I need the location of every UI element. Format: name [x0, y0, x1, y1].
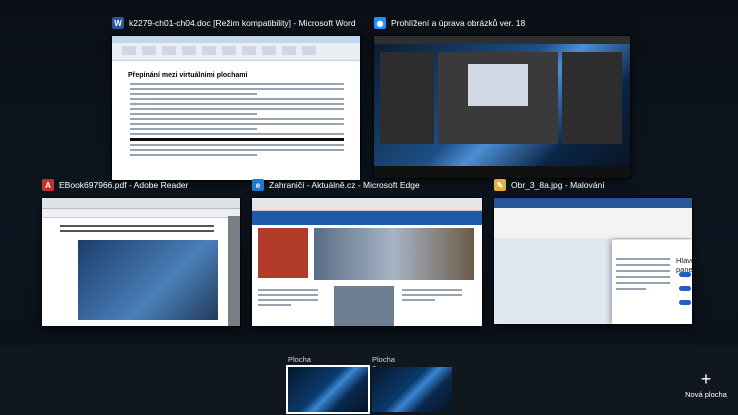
photo-viewer-icon: ◉ — [374, 17, 386, 29]
adobe-reader-icon: A — [42, 179, 54, 191]
window-title: Prohlížení a úprava obrázků ver. 18 — [391, 18, 526, 28]
window-title: Obr_3_8a.jpg - Malování — [511, 180, 605, 190]
window-card-photo-viewer[interactable]: ◉ Prohlížení a úprava obrázků ver. 18 — [374, 14, 630, 184]
window-title-bar: W k2279-ch01-ch04.doc [Režim kompatibili… — [112, 14, 356, 32]
window-title-bar: ◉ Prohlížení a úprava obrázků ver. 18 — [374, 14, 525, 32]
window-thumbnail[interactable]: Hlavní panel — [494, 198, 692, 324]
window-title: Zahraničí - Aktuálně.cz - Microsoft Edge — [269, 180, 420, 190]
ribbon — [494, 208, 692, 239]
window-card-paint[interactable]: ✎ Obr_3_8a.jpg - Malování Hlavní panel — [494, 176, 692, 326]
screenshot-figure — [78, 240, 218, 320]
window-title: EBook697966.pdf - Adobe Reader — [59, 180, 189, 190]
advertisement — [258, 228, 308, 278]
window-title-bar: ✎ Obr_3_8a.jpg - Malování — [494, 176, 605, 194]
settings-panel: Hlavní panel — [612, 240, 692, 324]
plus-icon: + — [700, 369, 712, 389]
window-thumbnail[interactable]: Přepínání mezi virtuálními plochami — [112, 36, 360, 180]
new-desktop-button[interactable]: + Nová plocha — [678, 370, 734, 399]
canvas — [494, 238, 614, 324]
desktop-thumbnail[interactable] — [286, 365, 370, 414]
word-icon: W — [112, 17, 124, 29]
window-card-word[interactable]: W k2279-ch01-ch04.doc [Režim kompatibili… — [112, 14, 360, 184]
window-title-bar: A EBook697966.pdf - Adobe Reader — [42, 176, 189, 194]
desktop-thumbnail[interactable] — [372, 367, 452, 412]
side-panel — [228, 216, 240, 326]
window-thumbnail[interactable] — [374, 36, 630, 178]
paint-icon: ✎ — [494, 179, 506, 191]
window-title-bar: e Zahraničí - Aktuálně.cz - Microsoft Ed… — [252, 176, 420, 194]
edge-icon: e — [252, 179, 264, 191]
new-desktop-label: Nová plocha — [685, 390, 727, 399]
virtual-desktop-strip — [0, 345, 738, 415]
window-thumbnail[interactable] — [42, 198, 240, 326]
window-card-adobe-reader[interactable]: A EBook697966.pdf - Adobe Reader — [42, 176, 240, 326]
document-page: Přepínání mezi virtuálními plochami — [122, 66, 352, 174]
window-card-edge[interactable]: e Zahraničí - Aktuálně.cz - Microsoft Ed… — [252, 176, 482, 326]
article-photo — [314, 228, 474, 280]
window-thumbnail[interactable] — [252, 198, 482, 326]
document-heading: Přepínání mezi virtuálními plochami — [128, 72, 248, 79]
window-title: k2279-ch01-ch04.doc [Režim kompatibility… — [129, 18, 356, 28]
ribbon — [112, 36, 360, 61]
